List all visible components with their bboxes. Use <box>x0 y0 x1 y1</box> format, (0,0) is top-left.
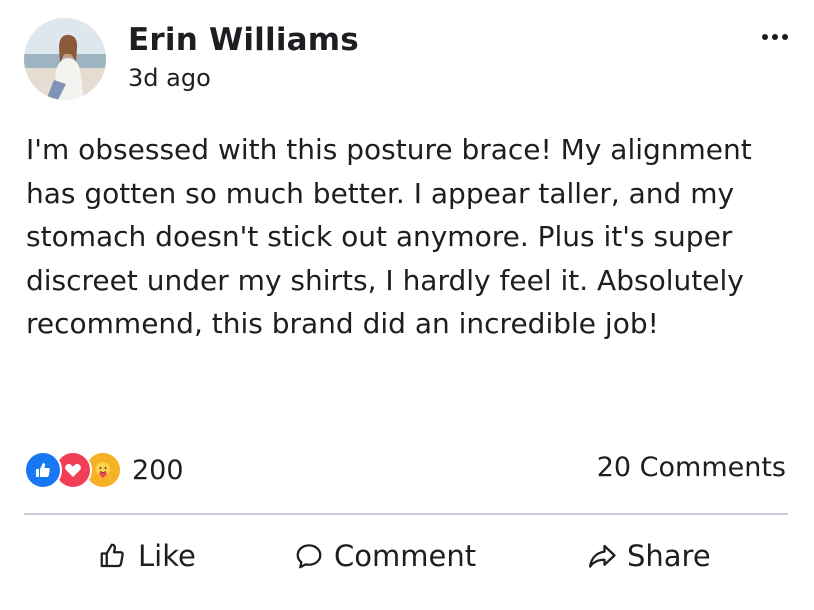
author-name[interactable]: Erin Williams <box>128 22 359 58</box>
dot <box>772 34 778 40</box>
more-options-icon[interactable] <box>762 34 788 40</box>
divider <box>24 513 788 515</box>
thumbs-up-icon <box>100 543 124 568</box>
share-button[interactable]: Share <box>587 530 711 582</box>
share-arrow-icon <box>589 544 616 568</box>
share-label: Share <box>627 539 711 573</box>
like-label: Like <box>138 539 196 573</box>
avatar-photo <box>24 18 106 100</box>
reaction-count: 200 <box>132 454 184 486</box>
like-button[interactable]: Like <box>98 530 196 582</box>
post-actions-bar: Like Comment Share <box>0 530 814 582</box>
like-reaction-icon <box>24 451 62 489</box>
comments-count-link[interactable]: 20 Comments <box>597 452 786 483</box>
reactions-summary[interactable]: 200 <box>24 450 184 490</box>
avatar[interactable] <box>24 18 106 100</box>
comment-label: Comment <box>334 539 477 573</box>
dot <box>782 34 788 40</box>
comment-button[interactable]: Comment <box>294 530 476 582</box>
post-body: I'm obsessed with this posture brace! My… <box>26 133 752 340</box>
comment-bubble-icon <box>296 544 322 569</box>
post-timestamp[interactable]: 3d ago <box>128 64 211 92</box>
dot <box>762 34 768 40</box>
